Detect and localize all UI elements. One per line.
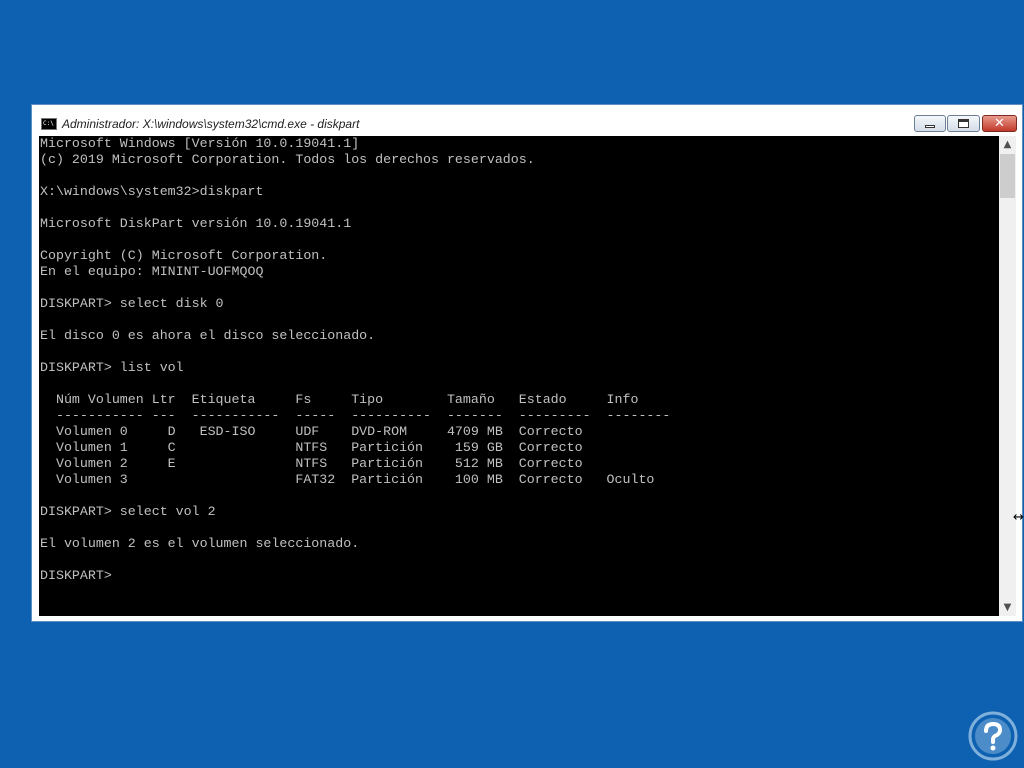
console-line: Microsoft DiskPart versión 10.0.19041.1 [40, 216, 352, 231]
console-line: DISKPART> [40, 568, 112, 583]
scroll-up-arrow-icon[interactable]: ▲ [999, 136, 1016, 153]
console-line: DISKPART> select vol 2 [40, 504, 216, 519]
scrollbar-thumb[interactable] [1000, 154, 1015, 198]
maximize-icon [958, 119, 969, 128]
vertical-scrollbar[interactable]: ▲ ▼ [999, 136, 1016, 616]
console-line: Copyright (C) Microsoft Corporation. [40, 248, 328, 263]
console-line: Núm Volumen Ltr Etiqueta Fs Tipo Tamaño … [40, 392, 639, 407]
console-line: DISKPART> list vol [40, 360, 184, 375]
console-line: El disco 0 es ahora el disco seleccionad… [40, 328, 376, 343]
scroll-down-arrow-icon[interactable]: ▼ [999, 599, 1016, 616]
console-line: ----------- --- ----------- ----- ------… [40, 408, 671, 423]
console-line: Volumen 3 FAT32 Partición 100 MB Correct… [40, 472, 655, 487]
console-line: Volumen 1 C NTFS Partición 159 GB Correc… [40, 440, 583, 455]
cmd-window[interactable]: C:\ Administrador: X:\windows\system32\c… [31, 104, 1023, 622]
console-line: X:\windows\system32>diskpart [40, 184, 264, 199]
console-output[interactable]: Microsoft Windows [Versión 10.0.19041.1]… [39, 136, 999, 616]
minimize-icon [925, 125, 935, 128]
close-icon: ✕ [994, 116, 1005, 131]
console-line: En el equipo: MININT-UOFMQOQ [40, 264, 264, 279]
console-text: Microsoft Windows [Versión 10.0.19041.1]… [39, 136, 999, 584]
minimize-button[interactable] [914, 115, 946, 132]
console-line: El volumen 2 es el volumen seleccionado. [40, 536, 360, 551]
watermark-logo-icon [968, 711, 1018, 761]
resize-cursor-icon: ↔ [1013, 510, 1024, 525]
close-button[interactable]: ✕ [982, 115, 1017, 132]
console-line: (c) 2019 Microsoft Corporation. Todos lo… [40, 152, 535, 167]
console-line: Microsoft Windows [Versión 10.0.19041.1] [40, 136, 360, 151]
maximize-button[interactable] [947, 115, 980, 132]
console-line: DISKPART> select disk 0 [40, 296, 224, 311]
cmd-icon[interactable]: C:\ [41, 118, 57, 130]
console-line: Volumen 2 E NTFS Partición 512 MB Correc… [40, 456, 583, 471]
window-title: Administrador: X:\windows\system32\cmd.e… [62, 117, 360, 131]
console-line: Volumen 0 D ESD-ISO UDF DVD-ROM 4709 MB … [40, 424, 583, 439]
title-bar[interactable]: C:\ Administrador: X:\windows\system32\c… [32, 105, 1022, 136]
